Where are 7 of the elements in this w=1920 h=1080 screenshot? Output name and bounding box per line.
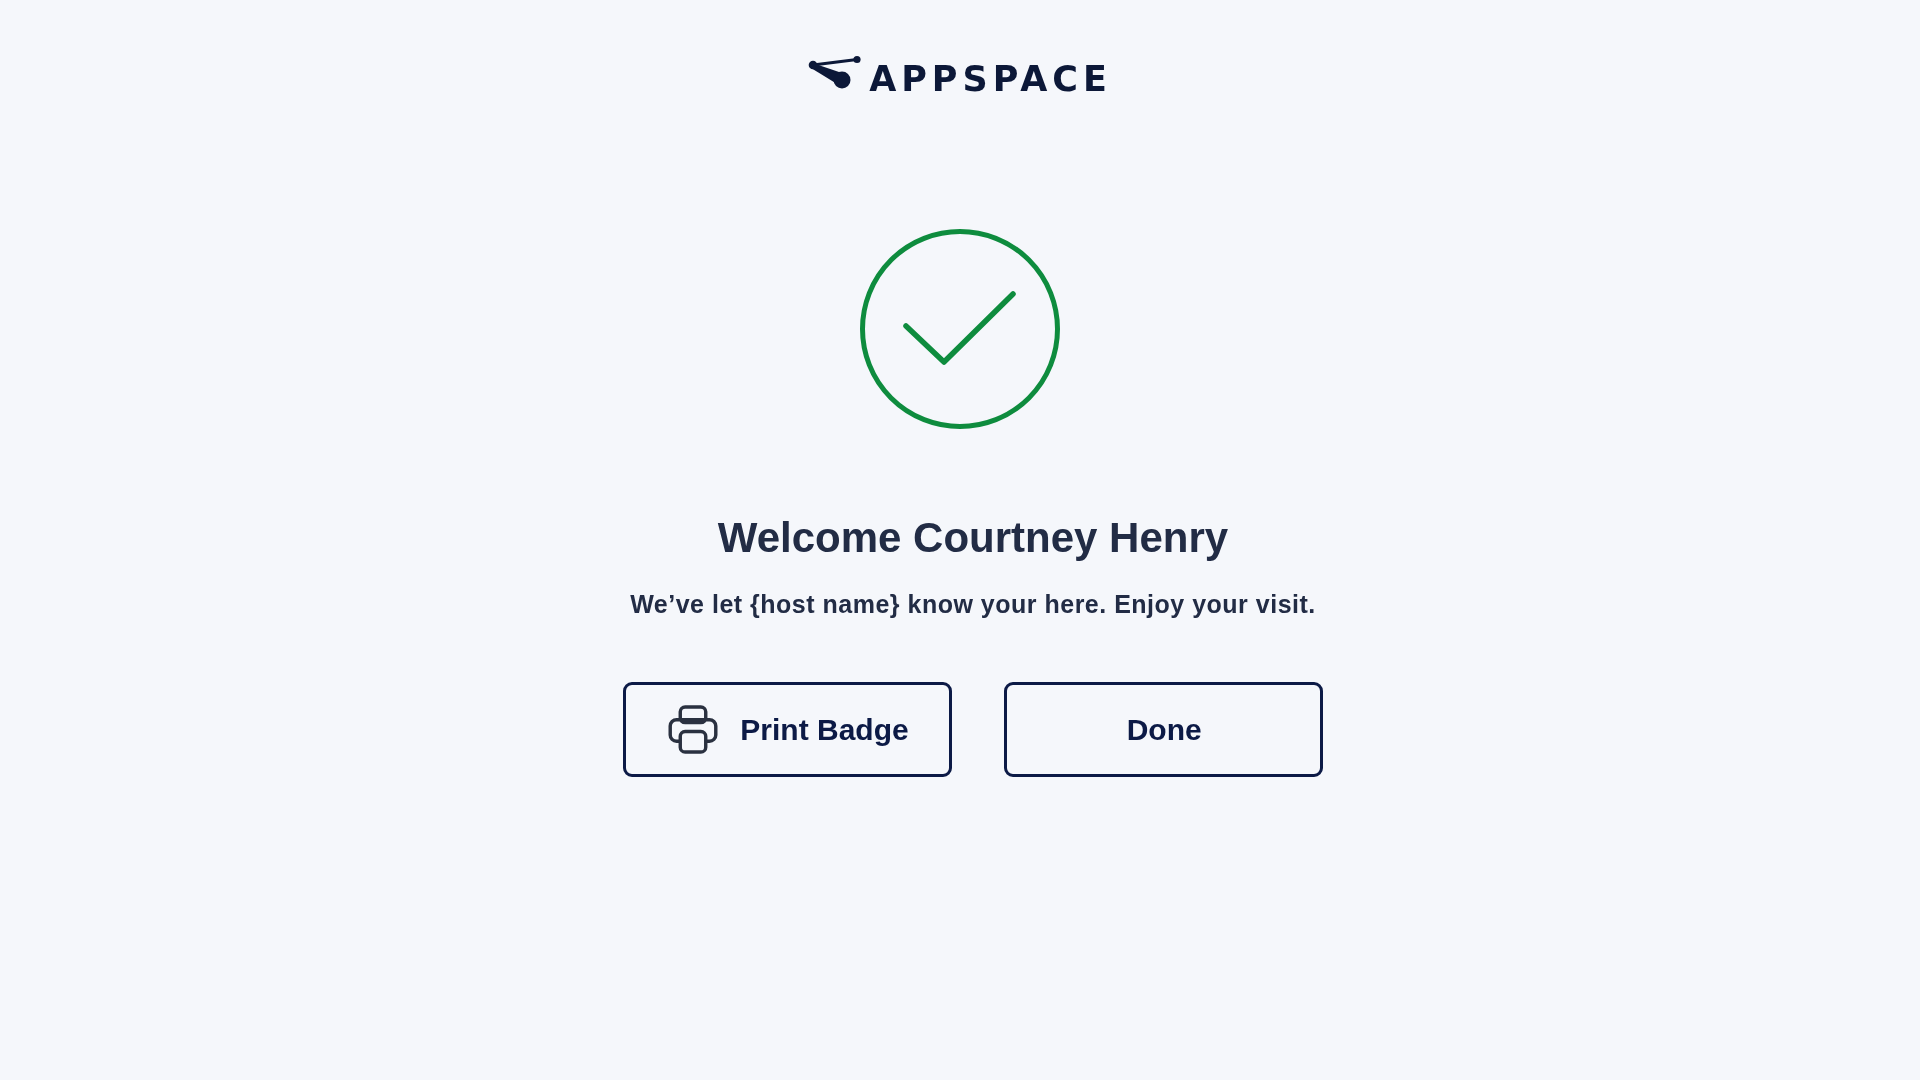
welcome-message: We’ve let {host name} know your here. Enjoy your visit. xyxy=(630,589,1316,619)
printer-icon xyxy=(668,705,719,754)
done-button[interactable]: Done xyxy=(1003,682,1323,777)
logo-wordmark: APPSPACE xyxy=(869,60,1112,98)
check-circle-icon xyxy=(860,229,1060,429)
print-badge-button[interactable]: Print Badge xyxy=(623,682,952,777)
welcome-heading: Welcome Courtney Henry xyxy=(717,513,1229,563)
